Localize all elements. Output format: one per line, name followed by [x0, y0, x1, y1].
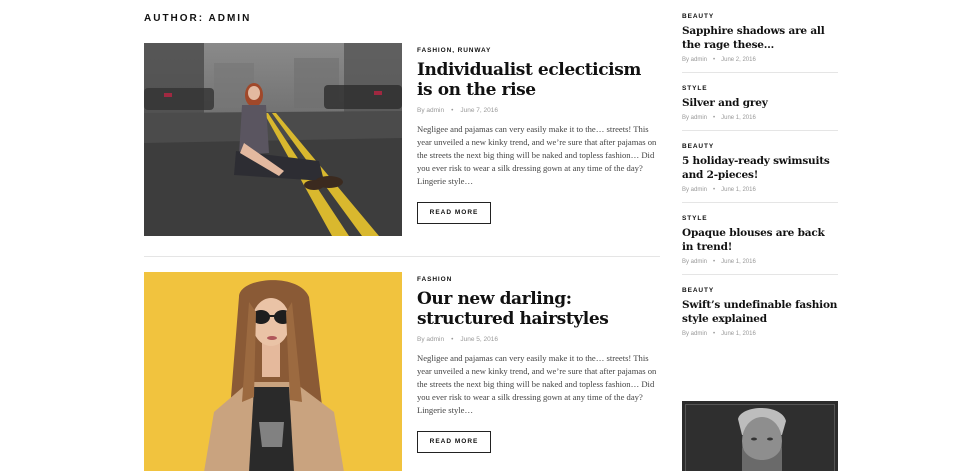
post-date[interactable]: June 5, 2016 — [460, 336, 498, 343]
sidebar-post-title[interactable]: 5 holiday-ready swimsuits and 2-pieces! — [682, 154, 838, 182]
sidebar-post: BEAUTY 5 holiday-ready swimsuits and 2-p… — [682, 143, 838, 203]
meta-separator: • — [713, 115, 716, 121]
post-author[interactable]: By admin — [417, 336, 444, 343]
post-image-street[interactable] — [144, 43, 402, 236]
sidebar-post: STYLE Silver and grey By admin • June 1, 2… — [682, 85, 838, 131]
sidebar-post-category[interactable]: BEAUTY — [682, 13, 838, 20]
sidebar-post-meta: By admin • June 1, 2016 — [682, 115, 838, 121]
sidebar-post-title[interactable]: Opaque blouses are back in trend! — [682, 226, 838, 254]
sidebar-post-meta: By admin • June 1, 2016 — [682, 187, 838, 193]
sidebar-post-meta: By admin • June 1, 2016 — [682, 259, 838, 265]
page-title: AUTHOR: ADMIN — [144, 13, 252, 24]
sidebar-post-author[interactable]: By admin — [682, 187, 707, 193]
street-photo — [144, 43, 402, 236]
sidebar-image-man[interactable] — [682, 401, 838, 471]
sidebar-post-date[interactable]: June 1, 2016 — [721, 115, 756, 121]
post-card: FASHION, RUNWAY Individualist eclecticis… — [144, 43, 660, 257]
meta-separator: • — [713, 259, 716, 265]
post-meta: By admin • June 5, 2016 — [417, 336, 660, 343]
sidebar-post-title[interactable]: Silver and grey — [682, 96, 838, 110]
sidebar-post-title[interactable]: Swift’s undefinable fashion style explai… — [682, 298, 838, 326]
sidebar-post-author[interactable]: By admin — [682, 57, 707, 63]
portrait-photo — [144, 272, 402, 471]
meta-separator: • — [451, 336, 454, 343]
sidebar-post-category[interactable]: BEAUTY — [682, 143, 838, 150]
post-category[interactable]: FASHION — [417, 276, 660, 283]
post-excerpt: Negligee and pajamas can very easily mak… — [417, 353, 657, 415]
post-date[interactable]: June 7, 2016 — [460, 107, 498, 114]
sidebar-post-date[interactable]: June 1, 2016 — [721, 259, 756, 265]
sidebar-post-author[interactable]: By admin — [682, 259, 707, 265]
meta-separator: • — [713, 187, 716, 193]
sidebar-post-date[interactable]: June 1, 2016 — [721, 187, 756, 193]
read-more-button[interactable]: READ MORE — [417, 202, 491, 224]
man-portrait-photo — [686, 405, 834, 471]
sidebar-image-frame — [685, 404, 835, 471]
post-excerpt: Negligee and pajamas can very easily mak… — [417, 124, 657, 186]
post-title[interactable]: Our new darling: structured hairstyles — [417, 289, 660, 329]
sidebar-post-date[interactable]: June 1, 2016 — [721, 331, 756, 337]
sidebar-post: BEAUTY Sapphire shadows are all the rage… — [682, 13, 838, 73]
post-meta: By admin • June 7, 2016 — [417, 107, 660, 114]
post-author[interactable]: By admin — [417, 107, 444, 114]
read-more-button[interactable]: READ MORE — [417, 431, 491, 453]
meta-separator: • — [713, 57, 716, 63]
post-body: FASHION, RUNWAY Individualist eclecticis… — [417, 43, 660, 224]
post-image-portrait[interactable] — [144, 272, 402, 471]
sidebar-post-title[interactable]: Sapphire shadows are all the rage these… — [682, 24, 838, 52]
sidebar-post: STYLE Opaque blouses are back in trend! … — [682, 215, 838, 275]
post-category[interactable]: FASHION, RUNWAY — [417, 47, 660, 54]
post-card: FASHION Our new darling: structured hair… — [144, 272, 660, 471]
sidebar-post-category[interactable]: STYLE — [682, 215, 838, 222]
post-title[interactable]: Individualist eclecticism is on the rise — [417, 60, 660, 100]
meta-separator: • — [451, 107, 454, 114]
post-body: FASHION Our new darling: structured hair… — [417, 272, 660, 453]
sidebar-recent-posts: BEAUTY Sapphire shadows are all the rage… — [682, 13, 838, 358]
sidebar-post-date[interactable]: June 2, 2016 — [721, 57, 756, 63]
sidebar-post-author[interactable]: By admin — [682, 115, 707, 121]
meta-separator: • — [713, 331, 716, 337]
sidebar-post-author[interactable]: By admin — [682, 331, 707, 337]
post-divider — [144, 256, 660, 257]
sidebar-post-category[interactable]: BEAUTY — [682, 287, 838, 294]
sidebar-post-meta: By admin • June 2, 2016 — [682, 57, 838, 63]
sidebar-post-meta: By admin • June 1, 2016 — [682, 331, 838, 337]
sidebar-post-category[interactable]: STYLE — [682, 85, 838, 92]
sidebar-post: BEAUTY Swift’s undefinable fashion style… — [682, 287, 838, 346]
